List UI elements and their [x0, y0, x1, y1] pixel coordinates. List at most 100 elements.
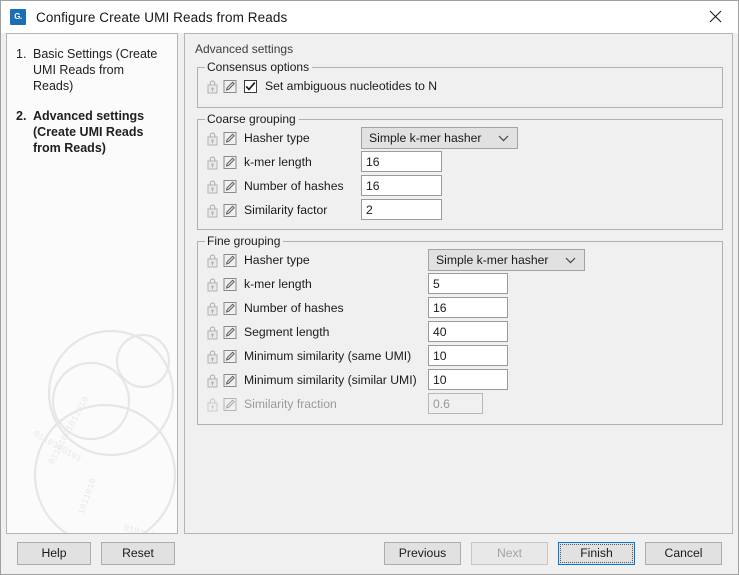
- step-2-label: Advanced settings (Create UMI Reads from…: [33, 109, 145, 155]
- step-2-number: 2.: [16, 109, 27, 123]
- select-fine-hasher-type-value: Simple k-mer hasher: [436, 253, 549, 267]
- input-fine-segment-length[interactable]: [428, 321, 508, 342]
- wizard-steps-panel: 01101001011010 1011010 0110100101 010110…: [6, 33, 178, 534]
- select-fine-hasher-type[interactable]: Simple k-mer hasher: [428, 249, 585, 271]
- row-coarse-hasher-type: Hasher type Simple k-mer hasher: [206, 126, 714, 150]
- lock-icon[interactable]: [206, 131, 219, 146]
- app-icon: G.: [10, 9, 26, 25]
- lock-icon[interactable]: [206, 179, 219, 194]
- label-fine-segment-length: Segment length: [244, 325, 330, 339]
- edit-pencil-icon[interactable]: [223, 253, 237, 268]
- edit-pencil-icon[interactable]: [223, 301, 237, 316]
- edit-pencil-icon[interactable]: [223, 179, 237, 194]
- row-coarse-kmer-length: k-mer length: [206, 150, 714, 174]
- group-coarse-grouping-title: Coarse grouping: [205, 112, 299, 126]
- row-fine-min-similarity-same-umi: Minimum similarity (same UMI): [206, 344, 714, 368]
- input-coarse-number-of-hashes[interactable]: [361, 175, 442, 196]
- input-fine-min-similarity-similar-umi[interactable]: [428, 369, 508, 390]
- edit-pencil-icon: [223, 397, 237, 411]
- label-coarse-hasher-type: Hasher type: [244, 131, 310, 145]
- label-fine-hasher-type: Hasher type: [244, 253, 310, 267]
- label-fine-similarity-fraction: Similarity fraction: [244, 397, 337, 411]
- svg-text:01101001011010: 01101001011010: [47, 395, 91, 466]
- edit-pencil-icon[interactable]: [223, 349, 237, 364]
- finish-button-label: Finish: [580, 545, 613, 560]
- checkbox-set-ambiguous-nucleotides[interactable]: [244, 79, 257, 93]
- lock-icon[interactable]: [206, 155, 219, 170]
- edit-pencil-icon[interactable]: [223, 325, 237, 340]
- input-fine-number-of-hashes[interactable]: [428, 297, 508, 318]
- fine-number-of-hashes-control: [428, 297, 508, 318]
- cancel-button[interactable]: Cancel: [645, 541, 722, 565]
- edit-pencil-icon[interactable]: [223, 203, 237, 218]
- group-coarse-grouping: Coarse grouping Hasher type Simple k-mer…: [197, 112, 723, 230]
- lock-icon[interactable]: [206, 277, 219, 292]
- sidebar-item-step-1[interactable]: 1. Basic Settings (Create UMI Reads from…: [16, 46, 167, 94]
- sidebar-item-step-2[interactable]: 2. Advanced settings (Create UMI Reads f…: [16, 108, 167, 156]
- input-fine-similarity-fraction: [428, 393, 483, 414]
- lock-icon[interactable]: [206, 325, 219, 340]
- input-coarse-kmer-length[interactable]: [361, 151, 442, 172]
- configure-dialog: G. Configure Create UMI Reads from Reads: [0, 0, 739, 575]
- svg-text:1011010: 1011010: [76, 477, 98, 516]
- row-set-ambiguous-nucleotides: Set ambiguous nucleotides to N: [206, 74, 714, 98]
- label-fine-kmer-length: k-mer length: [244, 277, 312, 291]
- edit-pencil-icon[interactable]: [223, 277, 237, 292]
- close-icon: [709, 10, 722, 23]
- row-fine-number-of-hashes: Number of hashes: [206, 296, 714, 320]
- row-fine-segment-length: Segment length: [206, 320, 714, 344]
- finish-button[interactable]: Finish: [558, 541, 635, 565]
- step-1-label: Basic Settings (Create UMI Reads from Re…: [33, 47, 158, 93]
- row-fine-kmer-length: k-mer length: [206, 272, 714, 296]
- check-icon: [245, 81, 256, 91]
- coarse-similarity-factor-control: [361, 199, 442, 220]
- settings-content-panel: Advanced settings Consensus options Set …: [184, 33, 733, 534]
- lock-icon[interactable]: [206, 349, 219, 364]
- lock-icon[interactable]: [206, 253, 219, 268]
- step-1-number: 1.: [16, 47, 27, 61]
- select-coarse-hasher-type[interactable]: Simple k-mer hasher: [361, 127, 518, 149]
- dialog-footer: Help Reset Previous Next Finish Cancel: [1, 534, 738, 574]
- label-coarse-kmer-length: k-mer length: [244, 155, 312, 169]
- input-coarse-similarity-factor[interactable]: [361, 199, 442, 220]
- section-caption: Advanced settings: [195, 42, 294, 56]
- reset-button[interactable]: Reset: [101, 541, 175, 565]
- fine-min-similarity-same-umi-control: [428, 345, 508, 366]
- row-coarse-similarity-factor: Similarity factor: [206, 198, 714, 222]
- fine-kmer-length-control: [428, 273, 508, 294]
- input-fine-min-similarity-same-umi[interactable]: [428, 345, 508, 366]
- group-fine-grouping-title: Fine grouping: [205, 234, 284, 248]
- row-coarse-number-of-hashes: Number of hashes: [206, 174, 714, 198]
- close-window-button[interactable]: [693, 1, 738, 32]
- group-fine-grouping: Fine grouping Hasher type Simple k-mer h…: [197, 234, 723, 425]
- fine-hasher-type-control: Simple k-mer hasher: [428, 249, 585, 271]
- edit-pencil-icon[interactable]: [223, 79, 237, 94]
- label-fine-number-of-hashes: Number of hashes: [244, 301, 344, 315]
- lock-icon[interactable]: [206, 79, 219, 94]
- edit-pencil-icon[interactable]: [223, 131, 237, 146]
- select-coarse-hasher-type-value: Simple k-mer hasher: [369, 131, 482, 145]
- edit-pencil-icon[interactable]: [223, 155, 237, 170]
- title-bar: G. Configure Create UMI Reads from Reads: [1, 1, 738, 33]
- window-title: Configure Create UMI Reads from Reads: [36, 9, 288, 25]
- next-button[interactable]: Next: [471, 541, 548, 565]
- chevron-down-icon: [498, 135, 509, 141]
- label-fine-min-similarity-similar-umi: Minimum similarity (similar UMI): [244, 373, 417, 387]
- lock-icon[interactable]: [206, 301, 219, 316]
- help-button[interactable]: Help: [17, 541, 91, 565]
- coarse-hasher-type-control: Simple k-mer hasher: [361, 127, 518, 149]
- input-fine-kmer-length[interactable]: [428, 273, 508, 294]
- fine-similarity-fraction-control: [428, 393, 483, 414]
- coarse-kmer-length-control: [361, 151, 442, 172]
- row-fine-hasher-type: Hasher type Simple k-mer hasher: [206, 248, 714, 272]
- lock-icon[interactable]: [206, 373, 219, 388]
- previous-button[interactable]: Previous: [384, 541, 461, 565]
- group-consensus-options-title: Consensus options: [205, 60, 313, 74]
- dialog-body: 01101001011010 1011010 0110100101 010110…: [1, 33, 738, 534]
- lock-icon[interactable]: [206, 203, 219, 218]
- edit-pencil-icon[interactable]: [223, 373, 237, 388]
- label-fine-min-similarity-same-umi: Minimum similarity (same UMI): [244, 349, 412, 363]
- svg-text:010110: 010110: [122, 523, 156, 534]
- row-fine-min-similarity-similar-umi: Minimum similarity (similar UMI): [206, 368, 714, 392]
- label-coarse-similarity-factor: Similarity factor: [244, 203, 328, 217]
